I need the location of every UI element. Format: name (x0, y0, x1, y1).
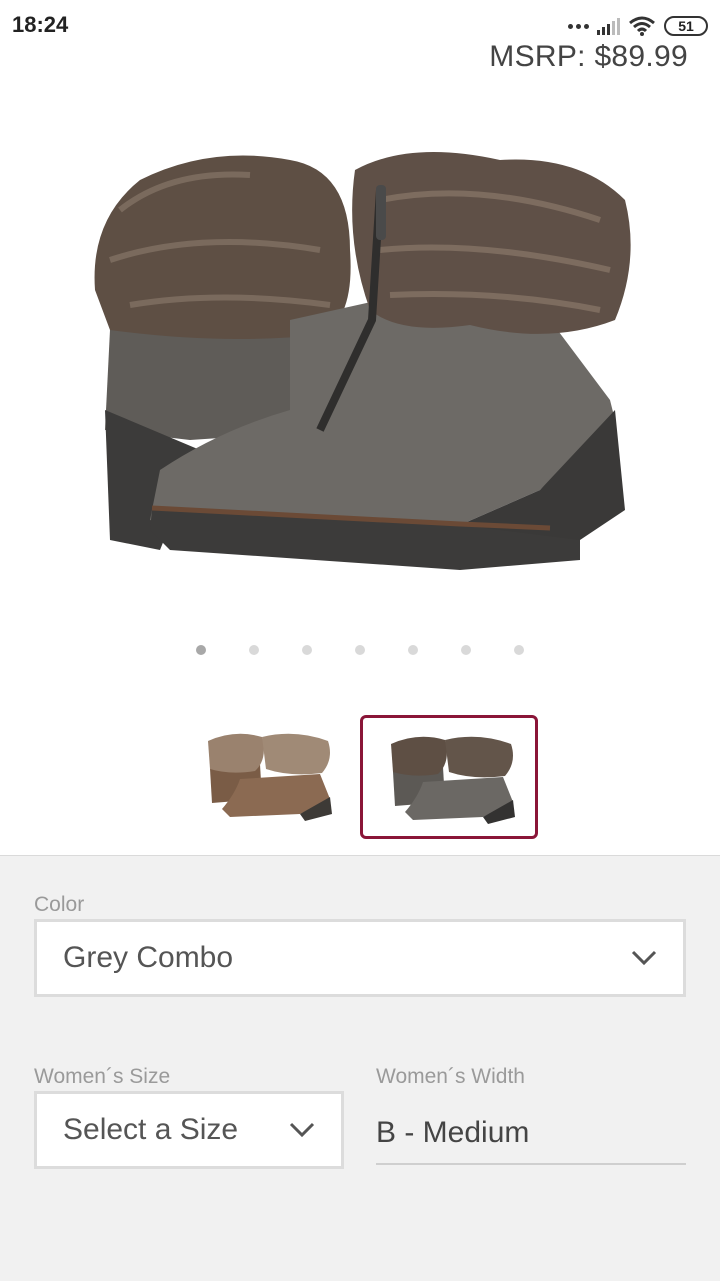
color-label: Color (34, 893, 85, 916)
battery-icon: 51 (664, 16, 708, 36)
color-select-value: Grey Combo (63, 941, 234, 974)
grey-boot-illustration (94, 152, 631, 570)
brown-boot-thumbnail (208, 733, 332, 821)
pagination-dot (408, 645, 418, 655)
pagination-dot (514, 645, 524, 655)
size-select-value: Select a Size (63, 1113, 239, 1146)
chevron-down-icon (289, 1122, 315, 1138)
pagination-dot (355, 645, 365, 655)
size-label: Women´s Size (34, 1065, 171, 1088)
color-select[interactable]: Grey Combo (34, 919, 686, 997)
pagination-dot (302, 645, 312, 655)
image-pagination (196, 645, 524, 655)
pagination-dot (249, 645, 259, 655)
thumbnail-brown-boot[interactable] (180, 715, 358, 839)
pagination-dot-active (196, 645, 206, 655)
msrp-price: MSRP: $89.99 (489, 40, 688, 73)
width-label: Women´s Width (376, 1065, 525, 1088)
status-icons: 51 (568, 12, 708, 40)
grey-boot-thumbnail (391, 736, 515, 824)
thumbnail-grey-boot-selected[interactable] (360, 715, 538, 839)
chevron-down-icon (631, 950, 657, 966)
product-image[interactable] (80, 130, 640, 580)
more-dots-icon (568, 23, 589, 29)
status-time: 18:24 (12, 12, 69, 37)
pagination-dot (461, 645, 471, 655)
signal-icon (597, 17, 620, 35)
color-swatches (0, 715, 720, 841)
size-select[interactable]: Select a Size (34, 1091, 344, 1169)
wifi-icon (629, 16, 655, 36)
width-underline (376, 1163, 686, 1165)
width-value[interactable]: B - Medium (376, 1116, 529, 1150)
